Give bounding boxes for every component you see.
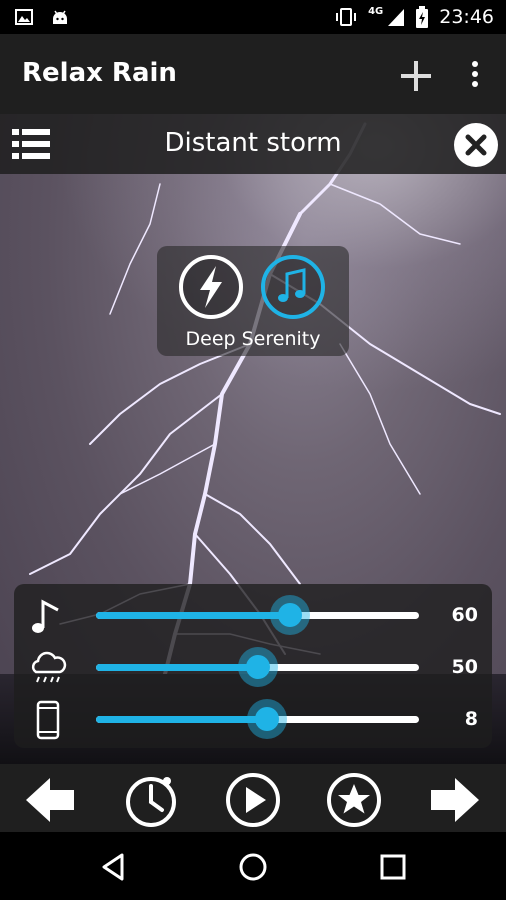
- mode-selector: Deep Serenity: [157, 246, 349, 356]
- rain-volume-value: 50: [451, 656, 478, 678]
- vibrate-icon: [336, 8, 357, 26]
- close-circle-icon[interactable]: [451, 120, 501, 170]
- timer-icon[interactable]: [123, 772, 179, 828]
- mixer-row-music: 60: [14, 590, 492, 640]
- sound-title-bar: Distant storm: [0, 114, 506, 174]
- home-nav-icon[interactable]: [236, 850, 270, 884]
- battery-charging-icon: [416, 6, 429, 28]
- recents-nav-icon[interactable]: [376, 850, 410, 884]
- mode-label: Deep Serenity: [185, 328, 321, 350]
- star-icon[interactable]: [326, 772, 382, 828]
- gallery-icon: [15, 9, 33, 25]
- rain-cloud-icon: [31, 651, 67, 683]
- network-type: 4G: [368, 5, 384, 17]
- clock: 23:46: [439, 6, 494, 28]
- more-vert-icon[interactable]: [462, 58, 488, 94]
- system-nav-bar: [0, 832, 506, 900]
- mixer-row-rain: 50: [14, 642, 492, 692]
- arrow-right-icon[interactable]: [427, 772, 483, 828]
- volume-mixer: 60 50 8: [14, 584, 492, 748]
- phone-volume-value: 8: [464, 708, 478, 730]
- arrow-left-icon[interactable]: [22, 772, 78, 828]
- add-icon[interactable]: [396, 56, 436, 96]
- app-bar: Relax Rain: [0, 34, 506, 114]
- music-volume-value: 60: [451, 604, 478, 626]
- signal-icon: [388, 9, 405, 26]
- phone-volume-slider[interactable]: [96, 699, 419, 739]
- app-title: Relax Rain: [22, 58, 177, 88]
- android-icon: [53, 10, 67, 24]
- music-note-icon: [32, 599, 59, 633]
- play-icon[interactable]: [225, 772, 281, 828]
- phone-volume-fill: [96, 716, 268, 723]
- back-nav-icon[interactable]: [96, 850, 130, 884]
- phone-icon: [36, 700, 60, 740]
- music-volume-fill: [96, 612, 290, 619]
- rain-volume-slider[interactable]: [96, 647, 419, 687]
- music-note-icon[interactable]: [260, 254, 326, 320]
- sound-title: Distant storm: [164, 128, 342, 158]
- rain-volume-fill: [96, 664, 258, 671]
- music-volume-thumb[interactable]: [269, 595, 310, 635]
- phone-volume-thumb[interactable]: [247, 699, 288, 739]
- mixer-row-phone: 8: [14, 694, 492, 744]
- rain-volume-thumb[interactable]: [237, 647, 278, 687]
- music-volume-slider[interactable]: [96, 595, 419, 635]
- playback-controls: [0, 764, 506, 832]
- lightning-icon[interactable]: [178, 254, 244, 320]
- status-bar: 4G 23:46: [0, 0, 506, 34]
